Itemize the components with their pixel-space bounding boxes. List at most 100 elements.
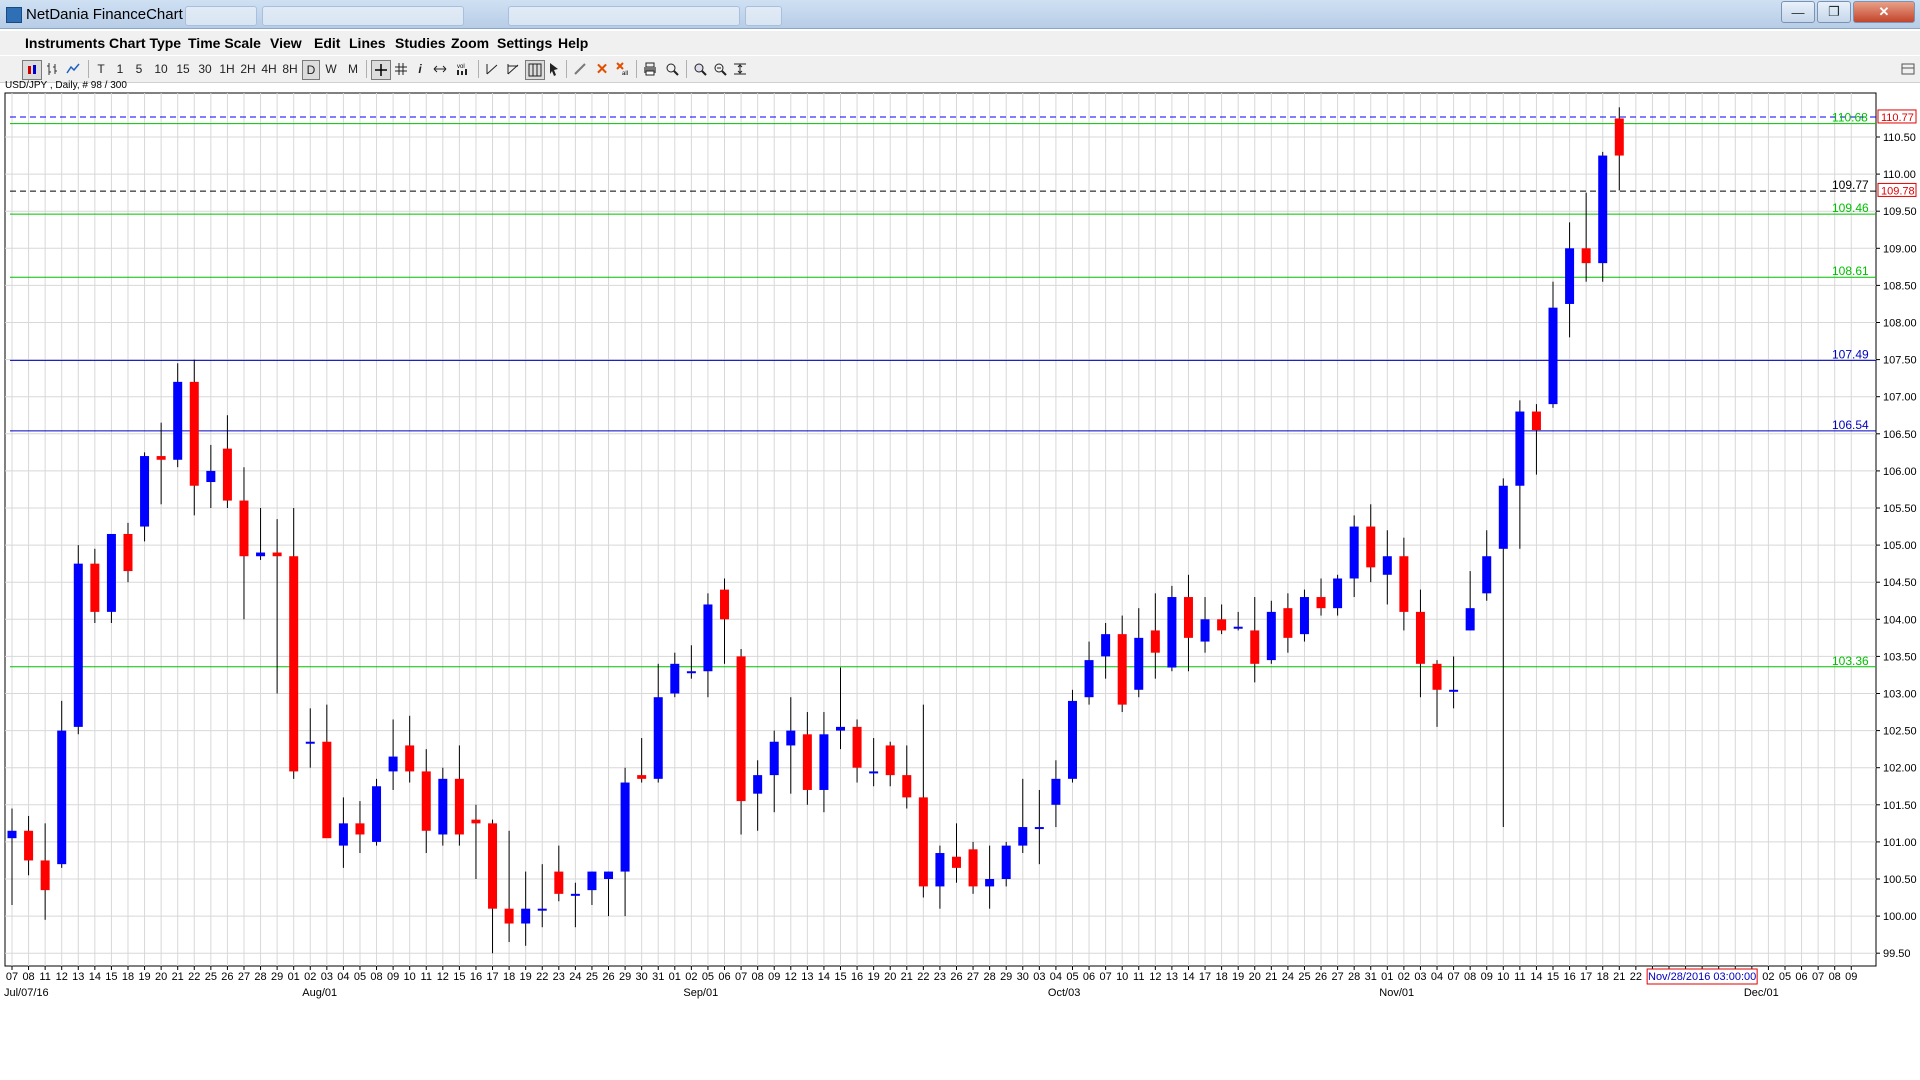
- y-tick-label: 101.50: [1883, 800, 1917, 812]
- candle-body: [206, 470, 216, 483]
- x-tick-label: 29: [1000, 971, 1012, 983]
- candle-body: [1034, 827, 1044, 830]
- x-tick-label: 12: [1149, 971, 1161, 983]
- candle-body: [1498, 485, 1508, 549]
- x-tick-label: 16: [1563, 971, 1575, 983]
- y-tick-label: 108.00: [1883, 318, 1917, 330]
- x-tick-label: 22: [188, 971, 200, 983]
- x-tick-label: 18: [503, 971, 515, 983]
- candle-body: [1515, 411, 1525, 486]
- x-tick-label: 11: [1133, 971, 1144, 983]
- x-tick-label: 12: [56, 971, 68, 983]
- candle-body: [836, 726, 845, 731]
- x-tick-label: 29: [271, 971, 283, 983]
- candle-body: [355, 823, 365, 835]
- candle-body: [1200, 619, 1210, 642]
- x-tick-label: 04: [1050, 971, 1062, 983]
- candle-body: [1018, 827, 1028, 846]
- x-tick-label: 22: [536, 971, 548, 983]
- candle-body: [1067, 700, 1077, 779]
- candlestick-chart[interactable]: 110.68 109.77 109.46 108.61 107.49 106.54 103.…: [0, 0, 1920, 1010]
- candle-body: [454, 778, 464, 835]
- x-tick-label: 06: [1795, 971, 1807, 983]
- y-tick-label: 103.00: [1883, 689, 1917, 701]
- x-tick-label: 27: [238, 971, 250, 983]
- horizontal-line-label: 109.46: [1832, 201, 1869, 215]
- x-tick-label: 03: [1414, 971, 1426, 983]
- candle-body: [753, 775, 763, 794]
- x-tick-label: 02: [685, 971, 697, 983]
- x-tick-label: 20: [1249, 971, 1261, 983]
- y-tick-label: 105.50: [1883, 503, 1917, 515]
- candle-body: [1183, 597, 1193, 638]
- x-tick-label: 16: [470, 971, 482, 983]
- y-tick-label: 105.00: [1883, 540, 1917, 552]
- candle-body: [471, 819, 481, 824]
- y-tick-label: 100.00: [1883, 911, 1917, 923]
- candle-body: [951, 856, 961, 868]
- candle-body: [1399, 556, 1409, 612]
- x-tick-label: 14: [1182, 971, 1194, 983]
- candle-body: [1150, 630, 1160, 653]
- x-tick-label: 01: [288, 971, 300, 983]
- candle-body: [57, 730, 67, 865]
- candle-body: [1382, 556, 1392, 575]
- x-tick-label: 22: [917, 971, 929, 983]
- month-label: Oct/03: [1048, 987, 1080, 999]
- candle-body: [421, 771, 431, 831]
- candle-body: [521, 908, 531, 924]
- horizontal-line-label: 103.36: [1832, 654, 1869, 668]
- x-tick-label: 19: [138, 971, 150, 983]
- candle-body: [1266, 611, 1276, 661]
- candle-body: [239, 500, 249, 557]
- candle-body: [289, 556, 299, 772]
- candle-body: [156, 456, 166, 460]
- candle-body: [786, 730, 796, 746]
- x-tick-label: 05: [1779, 971, 1791, 983]
- candle-body: [123, 533, 133, 572]
- x-tick-label: 13: [72, 971, 84, 983]
- x-tick-label: 21: [1265, 971, 1277, 983]
- candle-body: [1366, 526, 1376, 568]
- y-tick-label: 110.00: [1883, 169, 1916, 181]
- x-tick-label: 26: [602, 971, 614, 983]
- x-tick-label: 02: [1762, 971, 1774, 983]
- candle-body: [405, 745, 415, 772]
- x-tick-label: 24: [1282, 971, 1294, 983]
- plot-area: [4, 92, 1877, 967]
- candle-body: [256, 552, 266, 557]
- x-tick-label: 03: [321, 971, 333, 983]
- x-tick-label: 14: [1530, 971, 1542, 983]
- candle-body: [140, 456, 150, 527]
- x-tick-label: 26: [221, 971, 233, 983]
- month-label: Sep/01: [683, 987, 718, 999]
- x-tick-label: 29: [619, 971, 631, 983]
- x-tick-label: 28: [984, 971, 996, 983]
- candle-body: [720, 589, 730, 620]
- y-axis: 110.50 110.00 109.50 109.00 108.50 108.00 107.…: [1876, 132, 1917, 960]
- candle-body: [1548, 307, 1558, 405]
- y-tick-label: 103.50: [1883, 651, 1917, 663]
- x-tick-label: 31: [652, 971, 664, 983]
- x-tick-label: 15: [105, 971, 117, 983]
- x-tick-label: 10: [1497, 971, 1509, 983]
- candle-body: [1482, 556, 1492, 594]
- candle-body: [438, 778, 448, 835]
- candle-body: [504, 908, 514, 924]
- x-tick-label: 07: [1812, 971, 1824, 983]
- x-tick-label: 25: [205, 971, 217, 983]
- x-tick-label: 19: [868, 971, 880, 983]
- x-tick-label: 07: [1447, 971, 1459, 983]
- candle-body: [1531, 411, 1541, 431]
- x-tick-label: 06: [1083, 971, 1095, 983]
- candle-body: [604, 871, 614, 879]
- month-label: Jul/07/16: [4, 987, 49, 999]
- candle-body: [802, 734, 812, 790]
- candle-body: [1432, 663, 1442, 690]
- x-tick-label: 23: [934, 971, 946, 983]
- y-tick-label: 99.50: [1883, 948, 1911, 960]
- x-tick-label: 18: [1597, 971, 1609, 983]
- x-tick-label: 05: [354, 971, 366, 983]
- candle-body: [1565, 248, 1575, 304]
- x-tick-label: 17: [1199, 971, 1211, 983]
